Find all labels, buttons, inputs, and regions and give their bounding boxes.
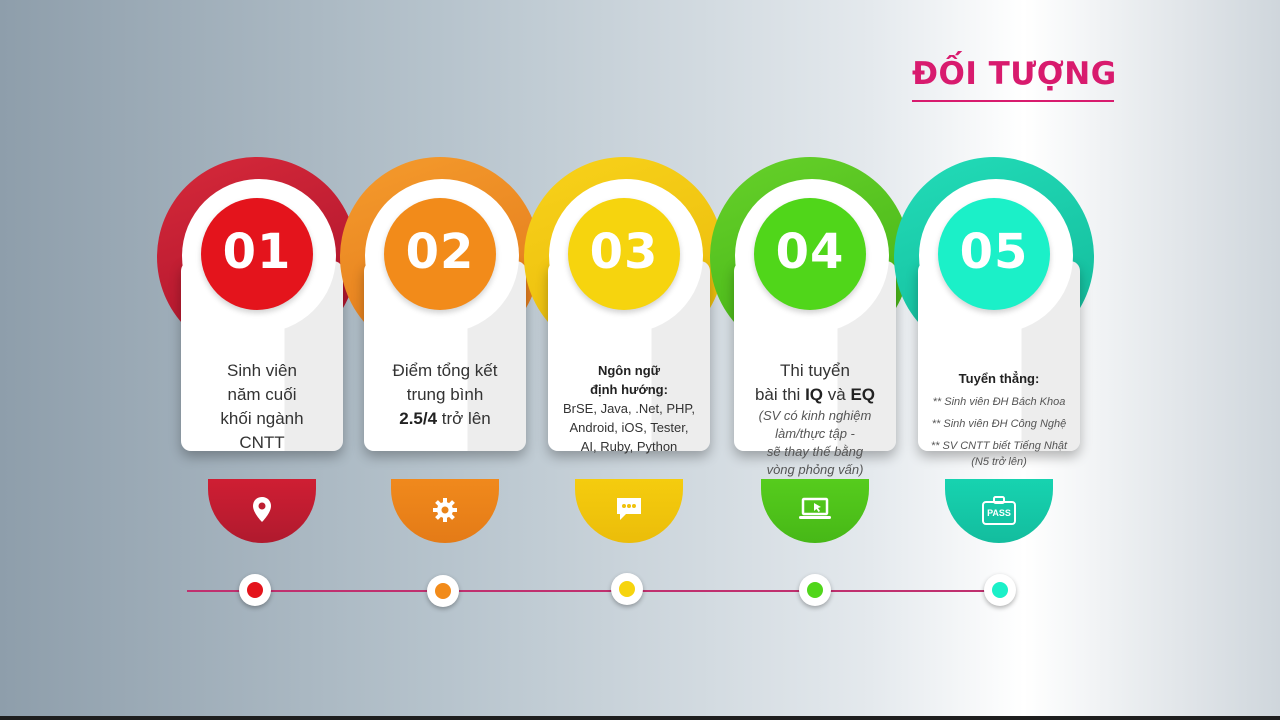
timeline-dot-01: [239, 574, 271, 606]
timeline-dot-02: [427, 575, 459, 607]
pass-label: PASS: [987, 508, 1011, 518]
iq-prefix: bài thi: [754, 385, 801, 404]
card-text: Điểm tổng kết trung bình 2.5/4 trở lên: [372, 359, 518, 431]
card-heading: Ngôn ngữ: [556, 361, 702, 380]
card-line: BrSE, Java, .Net, PHP,: [563, 401, 695, 416]
chat-bubble-icon: [614, 496, 644, 527]
card-line: trung bình: [406, 385, 484, 404]
number-badge: 03: [568, 198, 680, 310]
card-text: Thi tuyển bài thi IQ và EQ (SV có kinh n…: [742, 359, 888, 479]
iq-and: và: [827, 385, 846, 404]
card-heading: Tuyển thẳng:: [926, 369, 1072, 388]
step-number: 04: [775, 224, 845, 280]
card-line: ** Sinh viên ĐH Bách Khoa: [932, 396, 1066, 408]
icon-tab: PASS: [945, 479, 1053, 543]
card-text: Tuyển thẳng: ** Sinh viên ĐH Bách Khoa *…: [926, 369, 1072, 470]
icon-tab: [761, 479, 869, 543]
number-badge: 02: [384, 198, 496, 310]
heading-line: Tuyển thẳng:: [958, 371, 1040, 386]
card-note: làm/thực tập -: [775, 426, 855, 441]
number-badge: 04: [754, 198, 866, 310]
pass-badge-icon: PASS: [981, 496, 1017, 531]
card-line: ** Sinh viên ĐH Công Nghệ: [931, 418, 1067, 430]
icon-tab: [208, 479, 316, 543]
card-note: vòng phỏng vấn): [766, 462, 864, 477]
laptop-cursor-icon: [798, 496, 832, 527]
timeline-dot-04: [799, 574, 831, 606]
step-number: 01: [222, 224, 292, 280]
card-line: Điểm tổng kết: [392, 361, 498, 380]
card-line: CNTT: [239, 433, 285, 452]
card-line: 2.5/4 trở lên: [372, 407, 518, 431]
card-line: năm cuối: [227, 385, 297, 404]
gear-icon: [431, 496, 459, 529]
heading-line: Ngôn ngữ: [597, 363, 661, 378]
eq-label: EQ: [850, 385, 876, 404]
card-line: (N5 trở lên): [971, 456, 1027, 468]
gpa-value: 2.5/4: [399, 409, 438, 428]
iq-label: IQ: [805, 385, 824, 404]
card-note: (SV có kinh nghiệm: [758, 408, 872, 423]
step-number: 02: [405, 224, 475, 280]
step-number: 05: [959, 224, 1029, 280]
card-line: Android, iOS, Tester,: [569, 420, 689, 435]
number-badge: 01: [201, 198, 313, 310]
card-text: Sinh viên năm cuối khối ngành CNTT: [189, 359, 335, 455]
card-heading: định hướng:: [556, 380, 702, 399]
timeline-line: [187, 590, 1013, 592]
card-line: ** SV CNTT biết Tiếng Nhật: [930, 440, 1068, 452]
title-underline: [912, 100, 1114, 102]
number-badge: 05: [938, 198, 1050, 310]
timeline-dot-03: [611, 573, 643, 605]
card-line: Sinh viên: [227, 361, 297, 380]
card-line: Thi tuyển: [780, 361, 850, 380]
location-pin-icon: [251, 496, 273, 529]
timeline-dot-05: [984, 574, 1016, 606]
card-text: Ngôn ngữ định hướng: BrSE, Java, .Net, P…: [556, 361, 702, 456]
card-line: bài thi IQ và EQ: [742, 383, 888, 407]
step-number: 03: [589, 224, 659, 280]
card-line: AI, Ruby, Python: [580, 439, 678, 454]
heading-line: định hướng:: [590, 382, 668, 397]
page-title: ĐỐI TƯỢNG: [912, 56, 1117, 92]
card-line: khối ngành: [220, 409, 304, 428]
bottom-bar: [0, 716, 1280, 720]
card-note: sẽ thay thế bằng: [766, 444, 864, 459]
icon-tab: [575, 479, 683, 543]
icon-tab: [391, 479, 499, 543]
gpa-suffix: trở lên: [441, 409, 491, 428]
